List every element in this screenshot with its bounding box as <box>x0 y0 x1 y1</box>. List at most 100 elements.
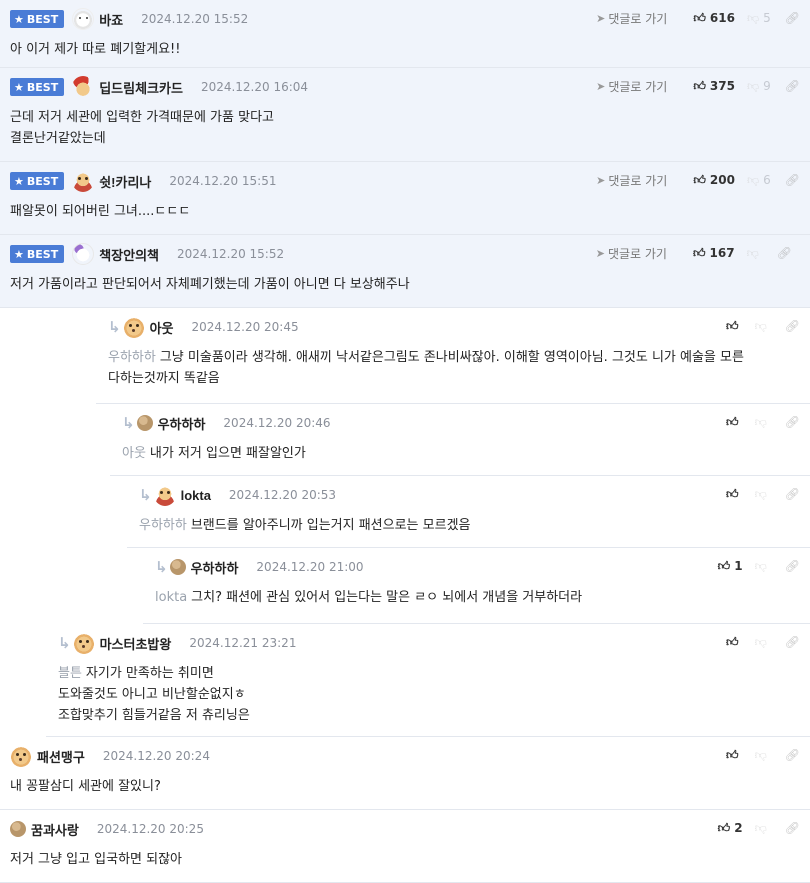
link-icon[interactable]: 🔗︎ <box>785 487 800 501</box>
link-icon[interactable]: 🔗︎ <box>785 79 800 93</box>
like-button[interactable]: 👍︎ 2 <box>718 821 743 836</box>
comment-body: 패알못이 되어버린 그녀....ㄷㄷㄷ <box>10 201 800 222</box>
goto-comment-link[interactable]: ➤ 댓글로 가기 <box>596 245 667 262</box>
goto-comment-link[interactable]: ➤ 댓글로 가기 <box>596 172 667 189</box>
comment-meta: ★ BEST 딥드림체크카드 2024.12.20 16:04 <box>10 76 308 98</box>
like-button[interactable]: 👍︎ <box>726 487 743 502</box>
nickname[interactable]: 책장안의책 <box>99 245 159 264</box>
link-icon[interactable]: 🔗︎ <box>785 11 800 25</box>
link-icon[interactable]: 🔗︎ <box>785 173 800 187</box>
dislike-button[interactable]: 👎︎ <box>755 487 771 502</box>
like-button[interactable]: 👍︎ 1 <box>718 559 743 574</box>
link-icon[interactable]: 🔗︎ <box>777 246 792 260</box>
dislike-button[interactable]: 👎︎ <box>755 748 771 763</box>
comment-date: 2024.12.20 15:52 <box>177 247 285 261</box>
comment-date: 2024.12.20 15:51 <box>169 174 277 188</box>
red-dog-icon[interactable] <box>153 484 176 506</box>
nickname[interactable]: 아웃 <box>150 318 174 337</box>
dislike-button[interactable]: 👎︎ 6 <box>747 173 771 188</box>
bear-icon[interactable] <box>72 243 95 265</box>
comment-text-line: 블튼 자기가 만족하는 취미면 <box>58 663 800 684</box>
like-button[interactable]: 👍︎ <box>726 635 743 650</box>
thumbs-up-icon: 👍︎ <box>717 820 731 835</box>
dog-icon[interactable] <box>122 316 145 338</box>
nickname[interactable]: lokta <box>181 488 211 503</box>
like-button[interactable]: 👍︎ 375 <box>693 79 735 94</box>
comment-body: 블튼 자기가 만족하는 취미면 도와줄것도 아니고 비난할순없지ㅎ 조합맞추기 힘들거… <box>58 663 800 726</box>
dislike-button[interactable]: 👎︎ <box>755 415 771 430</box>
send-icon: ➤ <box>596 79 606 93</box>
thumbs-down-icon: 👎︎ <box>754 820 767 835</box>
nickname[interactable]: 딥드림체크카드 <box>99 78 183 97</box>
nickname[interactable]: 꿈과사랑 <box>31 820 79 839</box>
mention-nick[interactable]: 우하하하 <box>108 350 156 365</box>
nickname[interactable]: 바죠 <box>99 10 123 29</box>
goto-comment-link[interactable]: ➤ 댓글로 가기 <box>596 78 667 95</box>
comment-text-line: 조합맞추기 힘들거같음 저 츄리닝은 <box>58 705 800 726</box>
like-button[interactable]: 👍︎ 167 <box>693 246 735 261</box>
dislike-button[interactable]: 👎︎ <box>755 635 771 650</box>
best-badge: ★ BEST <box>10 78 65 96</box>
dislike-button[interactable]: 👎︎ <box>755 821 771 836</box>
star-icon: ★ <box>14 174 24 188</box>
dislike-button[interactable]: 👎︎ 5 <box>747 11 771 26</box>
thumbs-down-icon: 👎︎ <box>754 414 767 429</box>
thumbs-up-icon: 👍︎ <box>693 10 706 25</box>
best-badge: ★ BEST <box>10 10 65 28</box>
star-icon: ★ <box>14 80 24 94</box>
mention-nick[interactable]: 우하하하 <box>139 518 187 533</box>
goto-label: 댓글로 가기 <box>608 173 668 188</box>
nickname[interactable]: 마스터초밥왕 <box>100 634 172 653</box>
dog-icon[interactable] <box>72 632 95 654</box>
comment-text-line: 아 이거 제가 따로 폐기할게요!! <box>10 39 800 60</box>
plain-avatar-icon[interactable] <box>136 415 153 431</box>
red-dog-icon[interactable] <box>72 170 95 192</box>
comment-body: 저거 가품이라고 판단되어서 자체폐기했는데 가품이 아니면 다 보상해주나 <box>10 274 800 295</box>
dog-icon[interactable] <box>10 745 32 767</box>
comment-item: ↳ 우하하하 2024.12.20 20:46 👍︎ 👎︎ 🔗︎ 아웃 내가 저거 입으면 패… <box>110 404 810 476</box>
comment-text: 근데 저거 세관에 입력한 가격때문에 가품 맞다고 <box>10 110 274 125</box>
comment-text-line: 저거 그냥 입고 입국하면 되잖아 <box>10 849 800 870</box>
like-button[interactable]: 👍︎ <box>726 415 743 430</box>
dislike-button[interactable]: 👎︎ <box>755 319 771 334</box>
nickname[interactable]: 쉿!카리나 <box>99 172 151 191</box>
link-icon[interactable]: 🔗︎ <box>785 821 800 835</box>
comment-body: 아웃 내가 저거 입으면 패잘알인가 <box>122 443 800 464</box>
like-button[interactable]: 👍︎ <box>726 319 743 334</box>
white-dog-icon[interactable] <box>72 8 95 30</box>
link-icon[interactable]: 🔗︎ <box>785 748 800 762</box>
link-icon[interactable]: 🔗︎ <box>785 319 800 333</box>
plain-avatar-icon[interactable] <box>10 821 26 837</box>
reply-arrow-icon: ↳ <box>58 634 71 652</box>
dislike-button[interactable]: 👎︎ 9 <box>747 79 771 94</box>
star-icon: ★ <box>14 12 24 26</box>
like-button[interactable]: 👍︎ 200 <box>693 173 735 188</box>
like-button[interactable]: 👍︎ 616 <box>693 11 735 26</box>
nickname[interactable]: 우하하하 <box>158 414 206 433</box>
goto-comment-link[interactable]: ➤ 댓글로 가기 <box>596 10 667 27</box>
comment-item: ★ BEST 책장안의책 2024.12.20 15:52 ➤ 댓글로 가기 👍︎ 167 👎︎… <box>0 235 810 308</box>
thumbs-up-icon: 👍︎ <box>692 245 706 260</box>
mention-nick[interactable]: 블튼 <box>58 666 82 681</box>
santa-dog-icon[interactable] <box>72 76 95 98</box>
thumbs-up-icon: 👍︎ <box>726 414 739 429</box>
mention-nick[interactable]: lokta <box>155 590 187 605</box>
like-button[interactable]: 👍︎ <box>726 748 743 763</box>
mention-nick[interactable]: 아웃 <box>122 446 146 461</box>
comment-text: 조합맞추기 힘들거같음 저 츄리닝은 <box>58 708 250 723</box>
send-icon: ➤ <box>596 11 606 25</box>
comment-meta: ↳ 마스터초밥왕 2024.12.21 23:21 <box>58 632 296 654</box>
like-count: 167 <box>709 246 735 260</box>
link-icon[interactable]: 🔗︎ <box>785 415 800 429</box>
comment-date: 2024.12.20 20:53 <box>228 488 337 502</box>
comment-meta: ★ BEST 바죠 2024.12.20 15:52 <box>10 8 248 30</box>
dislike-button[interactable]: 👎︎ <box>747 246 763 261</box>
nickname[interactable]: 패션맹구 <box>37 747 85 766</box>
link-icon[interactable]: 🔗︎ <box>785 635 800 649</box>
plain-avatar-icon[interactable] <box>169 559 186 575</box>
nickname[interactable]: 우하하하 <box>191 558 239 577</box>
best-badge: ★ BEST <box>10 245 65 263</box>
link-icon[interactable]: 🔗︎ <box>785 559 800 573</box>
dislike-button[interactable]: 👎︎ <box>755 559 771 574</box>
comment-date: 2024.12.20 20:45 <box>191 320 299 334</box>
